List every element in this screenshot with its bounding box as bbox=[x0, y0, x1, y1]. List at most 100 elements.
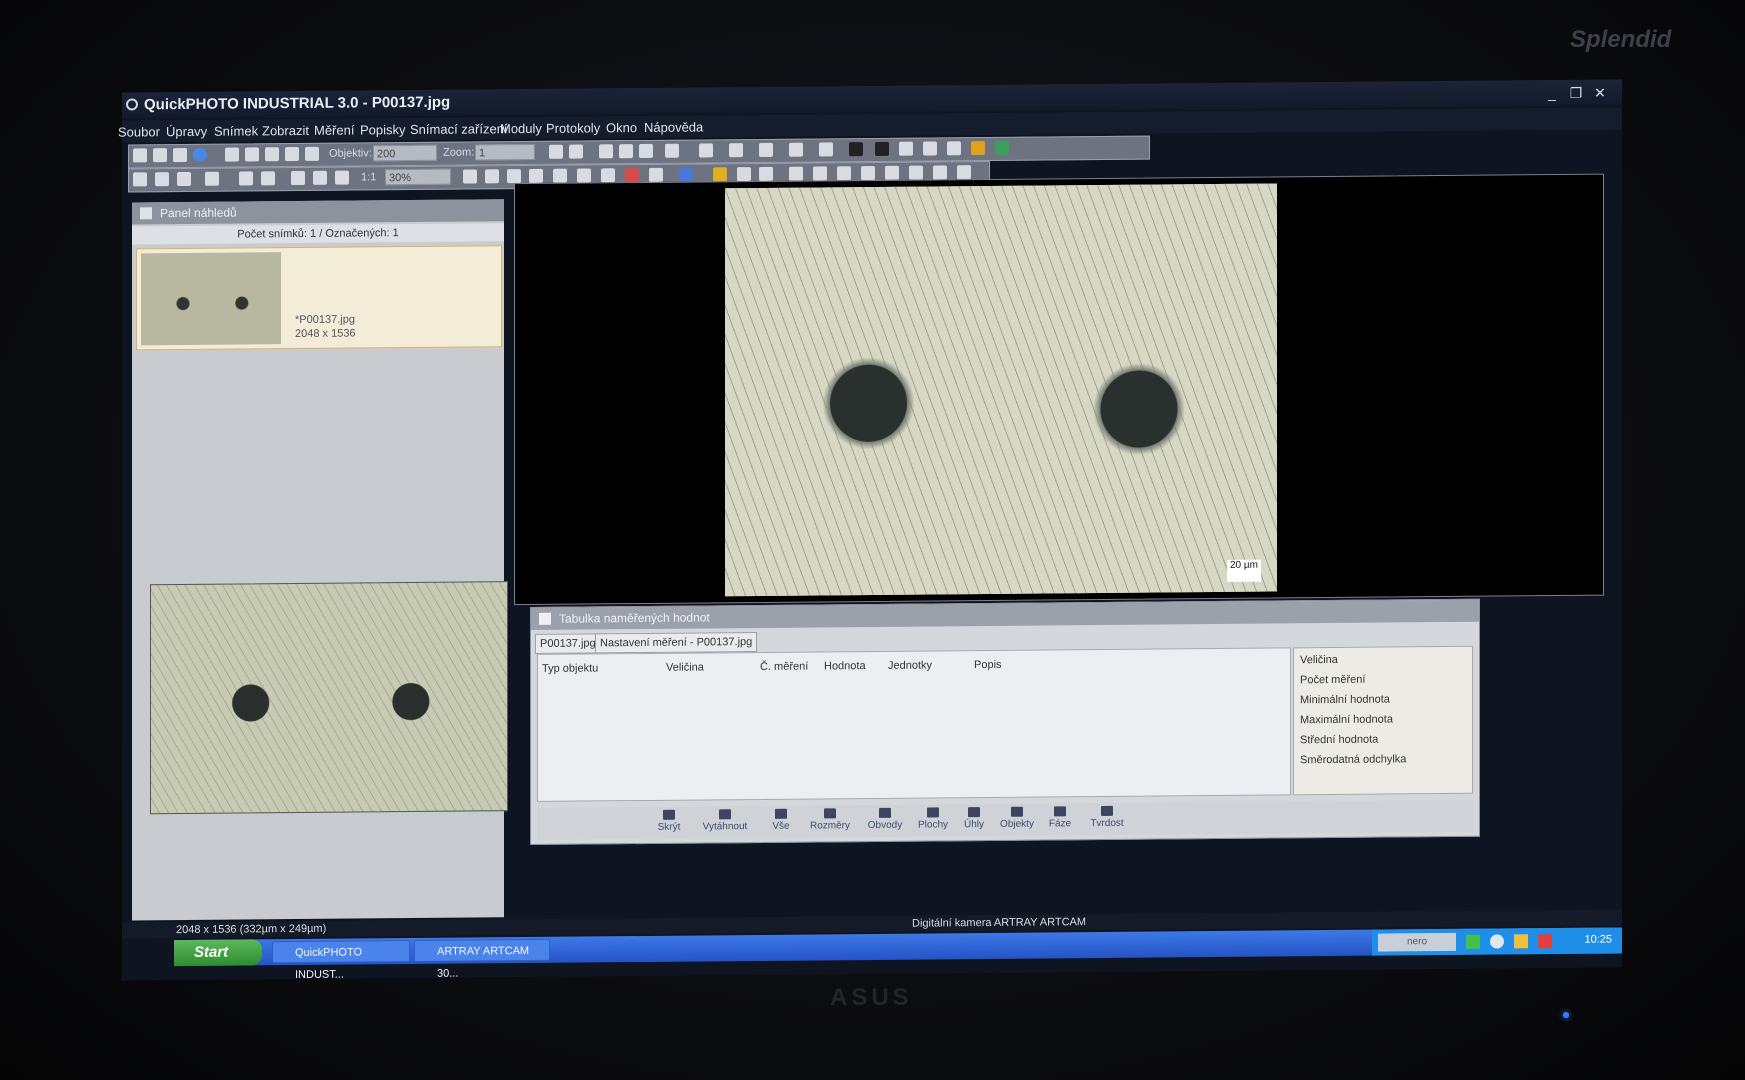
histogram-icon[interactable] bbox=[649, 167, 663, 182]
col-typ-objektu[interactable]: Typ objektu bbox=[542, 662, 598, 674]
circle-tool-icon[interactable] bbox=[665, 143, 679, 158]
hide-button[interactable]: Skrýt bbox=[647, 807, 691, 839]
task-artray[interactable]: ARTRAY ARTCAM 30... bbox=[414, 938, 550, 980]
tray-icon-network[interactable] bbox=[1466, 934, 1480, 949]
menu-snimek[interactable]: Snímek bbox=[214, 123, 258, 138]
start-button[interactable]: Start bbox=[174, 939, 262, 967]
curve-draw-icon[interactable] bbox=[957, 165, 971, 180]
text-tool-icon[interactable] bbox=[789, 166, 803, 181]
camera-icon[interactable] bbox=[205, 171, 219, 186]
brightness-icon[interactable] bbox=[601, 168, 615, 183]
areas-button[interactable]: Plochy bbox=[913, 804, 953, 836]
all-button[interactable]: Vše bbox=[763, 806, 799, 838]
delete-icon[interactable] bbox=[737, 167, 751, 182]
line-draw-icon[interactable] bbox=[813, 166, 827, 181]
zoom-fit-icon[interactable] bbox=[291, 170, 305, 186]
split-view-icon[interactable] bbox=[155, 172, 169, 187]
phases-button[interactable]: Fáze bbox=[1043, 803, 1077, 835]
color-icon[interactable] bbox=[625, 168, 639, 183]
col-popis[interactable]: Popis bbox=[974, 659, 1002, 671]
micrograph-image[interactable]: 20 µm bbox=[725, 183, 1277, 597]
quad-view-icon[interactable] bbox=[177, 171, 191, 187]
menu-popisky[interactable]: Popisky bbox=[360, 122, 406, 137]
circle-draw-icon[interactable] bbox=[885, 165, 899, 180]
arc-tool-icon[interactable] bbox=[819, 142, 833, 157]
restore-button[interactable]: ❐ bbox=[1566, 80, 1586, 106]
paste-icon[interactable] bbox=[285, 147, 299, 162]
thumbnail-image[interactable] bbox=[141, 252, 281, 346]
minimize-button[interactable]: _ bbox=[1542, 80, 1562, 106]
tray-icon-volume[interactable] bbox=[1490, 934, 1504, 949]
crop-icon[interactable] bbox=[463, 169, 477, 184]
menu-okno[interactable]: Okno bbox=[606, 120, 637, 135]
navigator-preview[interactable] bbox=[150, 581, 508, 815]
zoom-select[interactable]: 1 bbox=[475, 143, 535, 161]
undo-icon[interactable] bbox=[225, 147, 239, 162]
col-jednotky[interactable]: Jednotky bbox=[888, 659, 932, 671]
menu-soubor[interactable]: Soubor bbox=[118, 124, 160, 139]
menu-moduly[interactable]: Moduly bbox=[500, 121, 542, 136]
pointer-icon[interactable] bbox=[713, 167, 727, 182]
image-viewer[interactable]: 20 µm bbox=[514, 173, 1604, 606]
zoom-in-icon[interactable] bbox=[313, 170, 327, 185]
extract-button[interactable]: Vytáhnout bbox=[697, 806, 753, 838]
open-icon[interactable] bbox=[133, 148, 147, 163]
copy-icon[interactable] bbox=[265, 147, 279, 162]
hardness-tool-icon[interactable] bbox=[875, 141, 889, 156]
info-icon[interactable] bbox=[193, 147, 207, 162]
tray-icon-security[interactable] bbox=[1514, 934, 1528, 949]
mirror-icon[interactable] bbox=[553, 168, 567, 183]
col-hodnota[interactable]: Hodnota bbox=[824, 660, 866, 672]
menu-napoveda[interactable]: Nápověda bbox=[644, 119, 703, 135]
ellipse-tool-icon[interactable] bbox=[619, 144, 633, 159]
measurement-grid[interactable]: Typ objektu Veličina Č. měření Hodnota J… bbox=[537, 647, 1291, 802]
ratio-label[interactable]: 1:1 bbox=[361, 171, 376, 183]
save-icon[interactable] bbox=[153, 148, 167, 163]
count-tool-icon[interactable] bbox=[729, 143, 743, 158]
angle-tool-icon[interactable] bbox=[699, 143, 713, 158]
timer-icon[interactable] bbox=[261, 171, 275, 186]
menu-zobrazit[interactable]: Zobrazit bbox=[262, 123, 309, 138]
layout-icon[interactable] bbox=[971, 141, 985, 156]
tab-image[interactable]: P00137.jpg bbox=[535, 633, 601, 654]
fill-tool-icon[interactable] bbox=[849, 142, 863, 157]
menu-protokoly[interactable]: Protokoly bbox=[546, 120, 600, 135]
parallel-tool-icon[interactable] bbox=[789, 142, 803, 157]
rect-tool-icon[interactable] bbox=[639, 143, 653, 159]
hardness-button[interactable]: Tvrdost bbox=[1085, 803, 1129, 835]
close-button[interactable]: ✕ bbox=[1590, 80, 1610, 106]
menu-snimaci-zarizeni[interactable]: Snímací zařízení bbox=[410, 121, 508, 137]
scale-select[interactable]: 30% bbox=[385, 168, 451, 186]
print-icon[interactable] bbox=[173, 147, 187, 163]
ellipse-draw-icon[interactable] bbox=[909, 165, 923, 180]
excel-export-icon[interactable] bbox=[995, 140, 1009, 155]
single-view-icon[interactable] bbox=[133, 172, 147, 187]
measure-line-icon[interactable] bbox=[549, 144, 563, 159]
zoom-out-icon[interactable] bbox=[335, 170, 349, 185]
measure-vertical-icon[interactable] bbox=[569, 144, 583, 159]
rect-draw-icon[interactable] bbox=[861, 165, 875, 181]
calibrate-icon[interactable] bbox=[947, 141, 961, 156]
contrast-icon[interactable] bbox=[899, 141, 913, 156]
tab-measurement-settings[interactable]: Nastavení měření - P00137.jpg bbox=[595, 632, 758, 654]
nero-tray-app[interactable]: nero bbox=[1378, 932, 1456, 952]
dimensions-button[interactable]: Rozměry bbox=[805, 805, 855, 837]
flip-icon[interactable] bbox=[529, 168, 543, 183]
arrow-draw-icon[interactable] bbox=[837, 166, 851, 181]
film-icon[interactable] bbox=[239, 171, 253, 186]
select-icon[interactable] bbox=[305, 146, 319, 161]
polyline-icon[interactable] bbox=[599, 144, 613, 159]
menu-mereni[interactable]: Měření bbox=[314, 123, 354, 138]
freehand-draw-icon[interactable] bbox=[933, 165, 947, 180]
objective-select[interactable]: 200 bbox=[373, 144, 437, 162]
grid-icon[interactable] bbox=[923, 141, 937, 156]
thumbnail-item[interactable]: *P00137.jpg 2048 x 1536 bbox=[136, 245, 502, 351]
col-cislo-mereni[interactable]: Č. měření bbox=[760, 661, 808, 673]
tray-icon-antivirus[interactable] bbox=[1538, 934, 1552, 949]
resize-icon[interactable] bbox=[485, 169, 499, 184]
point-tool-icon[interactable] bbox=[759, 142, 773, 157]
rotate-icon[interactable] bbox=[507, 169, 521, 184]
redo-icon[interactable] bbox=[245, 147, 259, 162]
angles-button[interactable]: Úhly bbox=[957, 804, 991, 836]
objects-button[interactable]: Objekty bbox=[995, 804, 1039, 836]
